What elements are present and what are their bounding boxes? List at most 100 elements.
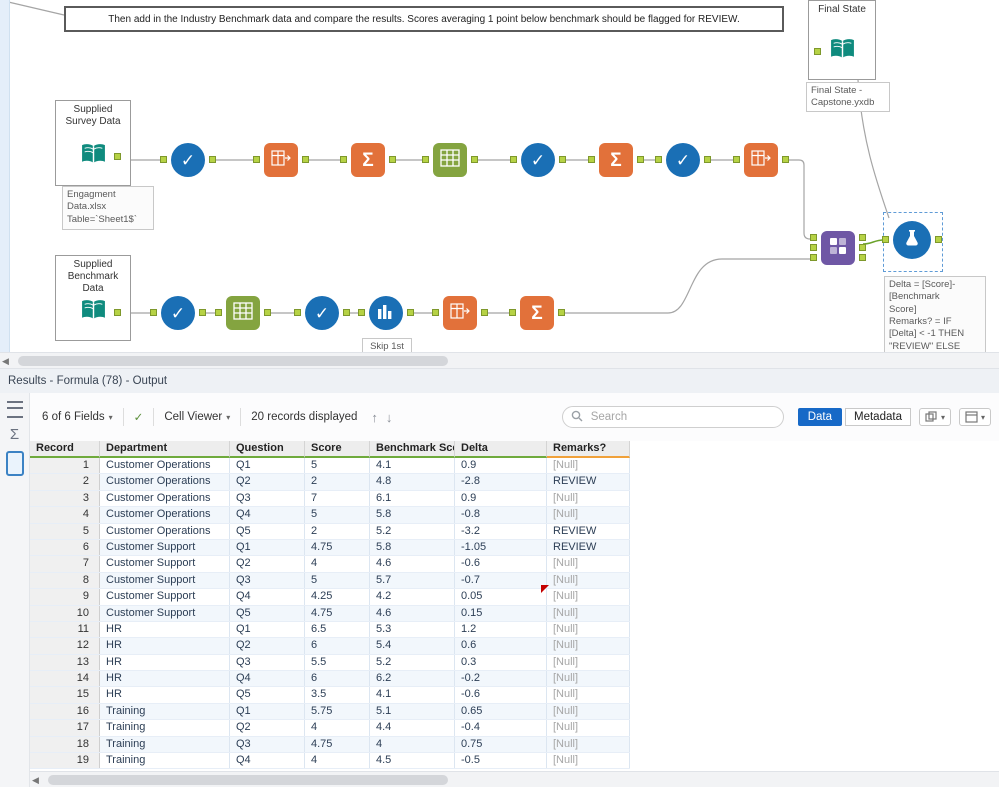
scroll-up-icon[interactable]: ↑ <box>371 410 378 425</box>
table-row[interactable]: 6 Customer Support Q1 4.75 5.8 -1.05 REVIEW <box>30 539 630 557</box>
table-row[interactable]: 7 Customer Support Q2 4 4.6 -0.6 [Null] <box>30 556 630 573</box>
scrollbar-thumb[interactable] <box>18 356 448 366</box>
flask-icon <box>902 228 922 253</box>
tool-check-5[interactable]: ✓ <box>294 296 350 330</box>
column-header[interactable]: Department <box>100 441 230 458</box>
table-row[interactable]: 18 Training Q3 4.75 4 0.75 [Null] <box>30 736 630 754</box>
results-horizontal-scrollbar[interactable]: ◀ <box>30 771 999 787</box>
output-book-icon <box>829 37 856 67</box>
table-cell: 0.15 <box>455 605 547 621</box>
table-row[interactable]: 13 HR Q3 5.5 5.2 0.3 [Null] <box>30 654 630 672</box>
tool-arrange-1[interactable] <box>253 143 309 177</box>
input-tool-benchmark[interactable] <box>76 296 121 330</box>
input-book-icon <box>80 142 107 172</box>
table-cell: -3.2 <box>455 523 547 539</box>
table-row[interactable]: 3 Customer Operations Q3 7 6.1 0.9 [Null] <box>30 490 630 508</box>
tool-arrange-3[interactable] <box>432 296 488 330</box>
cell-viewer-dropdown[interactable]: Cell Viewer ▾ <box>164 411 230 423</box>
tool-check-1[interactable]: ✓ <box>160 143 216 177</box>
column-header[interactable]: Record <box>30 441 100 458</box>
table-row[interactable]: 9 Customer Support Q4 4.25 4.2 0.05 [Null] <box>30 589 630 606</box>
table-cell: 0.65 <box>455 703 547 720</box>
table-row[interactable]: 15 HR Q5 3.5 4.1 -0.6 [Null] <box>30 687 630 704</box>
table-row[interactable]: 12 HR Q2 6 5.4 0.6 [Null] <box>30 638 630 655</box>
table-arrow-icon <box>450 302 470 325</box>
column-header[interactable]: Benchmark Score <box>370 441 455 458</box>
tool-formula[interactable] <box>882 221 942 259</box>
table-cell: 4 <box>370 736 455 753</box>
output-anchor <box>704 156 711 163</box>
table-row[interactable]: 2 Customer Operations Q2 2 4.8 -2.8 REVIEW <box>30 474 630 491</box>
column-header[interactable]: Question <box>230 441 305 458</box>
scroll-left-icon[interactable]: ◀ <box>32 774 39 786</box>
table-cell: Customer Operations <box>100 523 230 539</box>
data-tab-button[interactable]: Data <box>797 408 843 426</box>
table-cell: 4.1 <box>370 687 455 703</box>
table-row[interactable]: 4 Customer Operations Q4 5 5.8 -0.8 [Null] <box>30 507 630 524</box>
table-row[interactable]: 16 Training Q1 5.75 5.1 0.65 [Null] <box>30 703 630 721</box>
panel-icon-summary[interactable]: Σ <box>6 426 24 443</box>
tool-summarize-1[interactable]: Σ <box>340 143 396 177</box>
tool-grid-1[interactable] <box>422 143 478 177</box>
table-row[interactable]: 14 HR Q4 6 6.2 -0.2 [Null] <box>30 671 630 688</box>
table-cell: 4.2 <box>370 589 455 605</box>
table-cell: 0.9 <box>455 490 547 507</box>
formula-annotation[interactable]: Delta = [Score]- [Benchmark Score] Remar… <box>884 276 986 352</box>
tool-join[interactable] <box>810 231 866 265</box>
tool-grid-2[interactable] <box>215 296 271 330</box>
sample-tool-annotation[interactable]: Skip 1st 1 <box>362 338 412 352</box>
save-options-button[interactable]: ▾ <box>958 408 991 426</box>
output-anchor <box>407 309 414 316</box>
table-cell: HR <box>100 671 230 687</box>
metadata-tab-button[interactable]: Metadata <box>845 408 911 426</box>
tool-summarize-2[interactable]: Σ <box>588 143 644 177</box>
table-cell: Q5 <box>230 605 305 621</box>
final-state-annotation[interactable]: Final State - Capstone.yxdb <box>806 82 890 112</box>
results-table-header: Record Department Question Score Benchmark S… <box>30 441 630 458</box>
apply-check-button[interactable]: ✓ <box>134 410 144 424</box>
input-anchor <box>358 309 365 316</box>
table-row[interactable]: 1 Customer Operations Q1 5 4.1 0.9 [Null] <box>30 458 630 475</box>
tool-check-4[interactable]: ✓ <box>150 296 206 330</box>
workflow-canvas[interactable]: Then add in the Industry Benchmark data … <box>0 0 999 352</box>
output-anchor <box>935 236 942 243</box>
tool-check-3[interactable]: ✓ <box>655 143 711 177</box>
workflow-comment-box[interactable]: Then add in the Industry Benchmark data … <box>64 6 784 32</box>
table-row[interactable]: 19 Training Q4 4 4.5 -0.5 [Null] <box>30 753 630 770</box>
output-tool-final-state[interactable] <box>814 35 859 69</box>
fields-dropdown[interactable]: 6 of 6 Fields ▾ <box>42 411 113 423</box>
search-input[interactable] <box>588 410 775 424</box>
input-tool-survey[interactable] <box>76 140 121 174</box>
output-anchor <box>471 156 478 163</box>
table-cell: Q5 <box>230 523 305 539</box>
panel-icon-columns[interactable] <box>6 401 24 418</box>
check-icon: ✓ <box>530 150 546 170</box>
search-box[interactable] <box>561 406 784 428</box>
column-header[interactable]: Remarks? <box>547 441 630 458</box>
tool-check-2[interactable]: ✓ <box>510 143 566 177</box>
tool-sample[interactable] <box>358 296 414 330</box>
column-header[interactable]: Delta <box>455 441 547 458</box>
table-cell: Training <box>100 720 230 736</box>
input-anchor <box>150 309 157 316</box>
table-row[interactable]: 17 Training Q2 4 4.4 -0.4 [Null] <box>30 720 630 737</box>
table-cell: 4.8 <box>370 474 455 490</box>
survey-input-annotation[interactable]: Engagment Data.xlsx Table=`Sheet1$` <box>62 186 154 230</box>
table-row[interactable]: 5 Customer Operations Q5 2 5.2 -3.2 REVIEW <box>30 523 630 540</box>
table-cell: 0.05 <box>455 589 547 605</box>
table-cell: 10 <box>30 605 100 621</box>
table-row[interactable]: 8 Customer Support Q3 5 5.7 -0.7 [Null] <box>30 572 630 590</box>
canvas-horizontal-scrollbar[interactable]: ◀ <box>0 352 999 369</box>
table-row[interactable]: 10 Customer Support Q5 4.75 4.6 0.15 [Null] <box>30 605 630 622</box>
copy-options-button[interactable]: ▾ <box>918 408 951 426</box>
panel-icon-preview-selected[interactable] <box>5 451 24 476</box>
tool-arrange-2[interactable] <box>733 143 789 177</box>
scroll-down-icon[interactable]: ↓ <box>386 410 393 425</box>
output-anchor <box>114 153 121 160</box>
scrollbar-thumb[interactable] <box>48 775 448 785</box>
table-cell: Q4 <box>230 671 305 687</box>
column-header[interactable]: Score <box>305 441 370 458</box>
tool-summarize-3[interactable]: Σ <box>509 296 565 330</box>
scroll-left-icon[interactable]: ◀ <box>2 355 9 367</box>
table-row[interactable]: 11 HR Q1 6.5 5.3 1.2 [Null] <box>30 621 630 639</box>
